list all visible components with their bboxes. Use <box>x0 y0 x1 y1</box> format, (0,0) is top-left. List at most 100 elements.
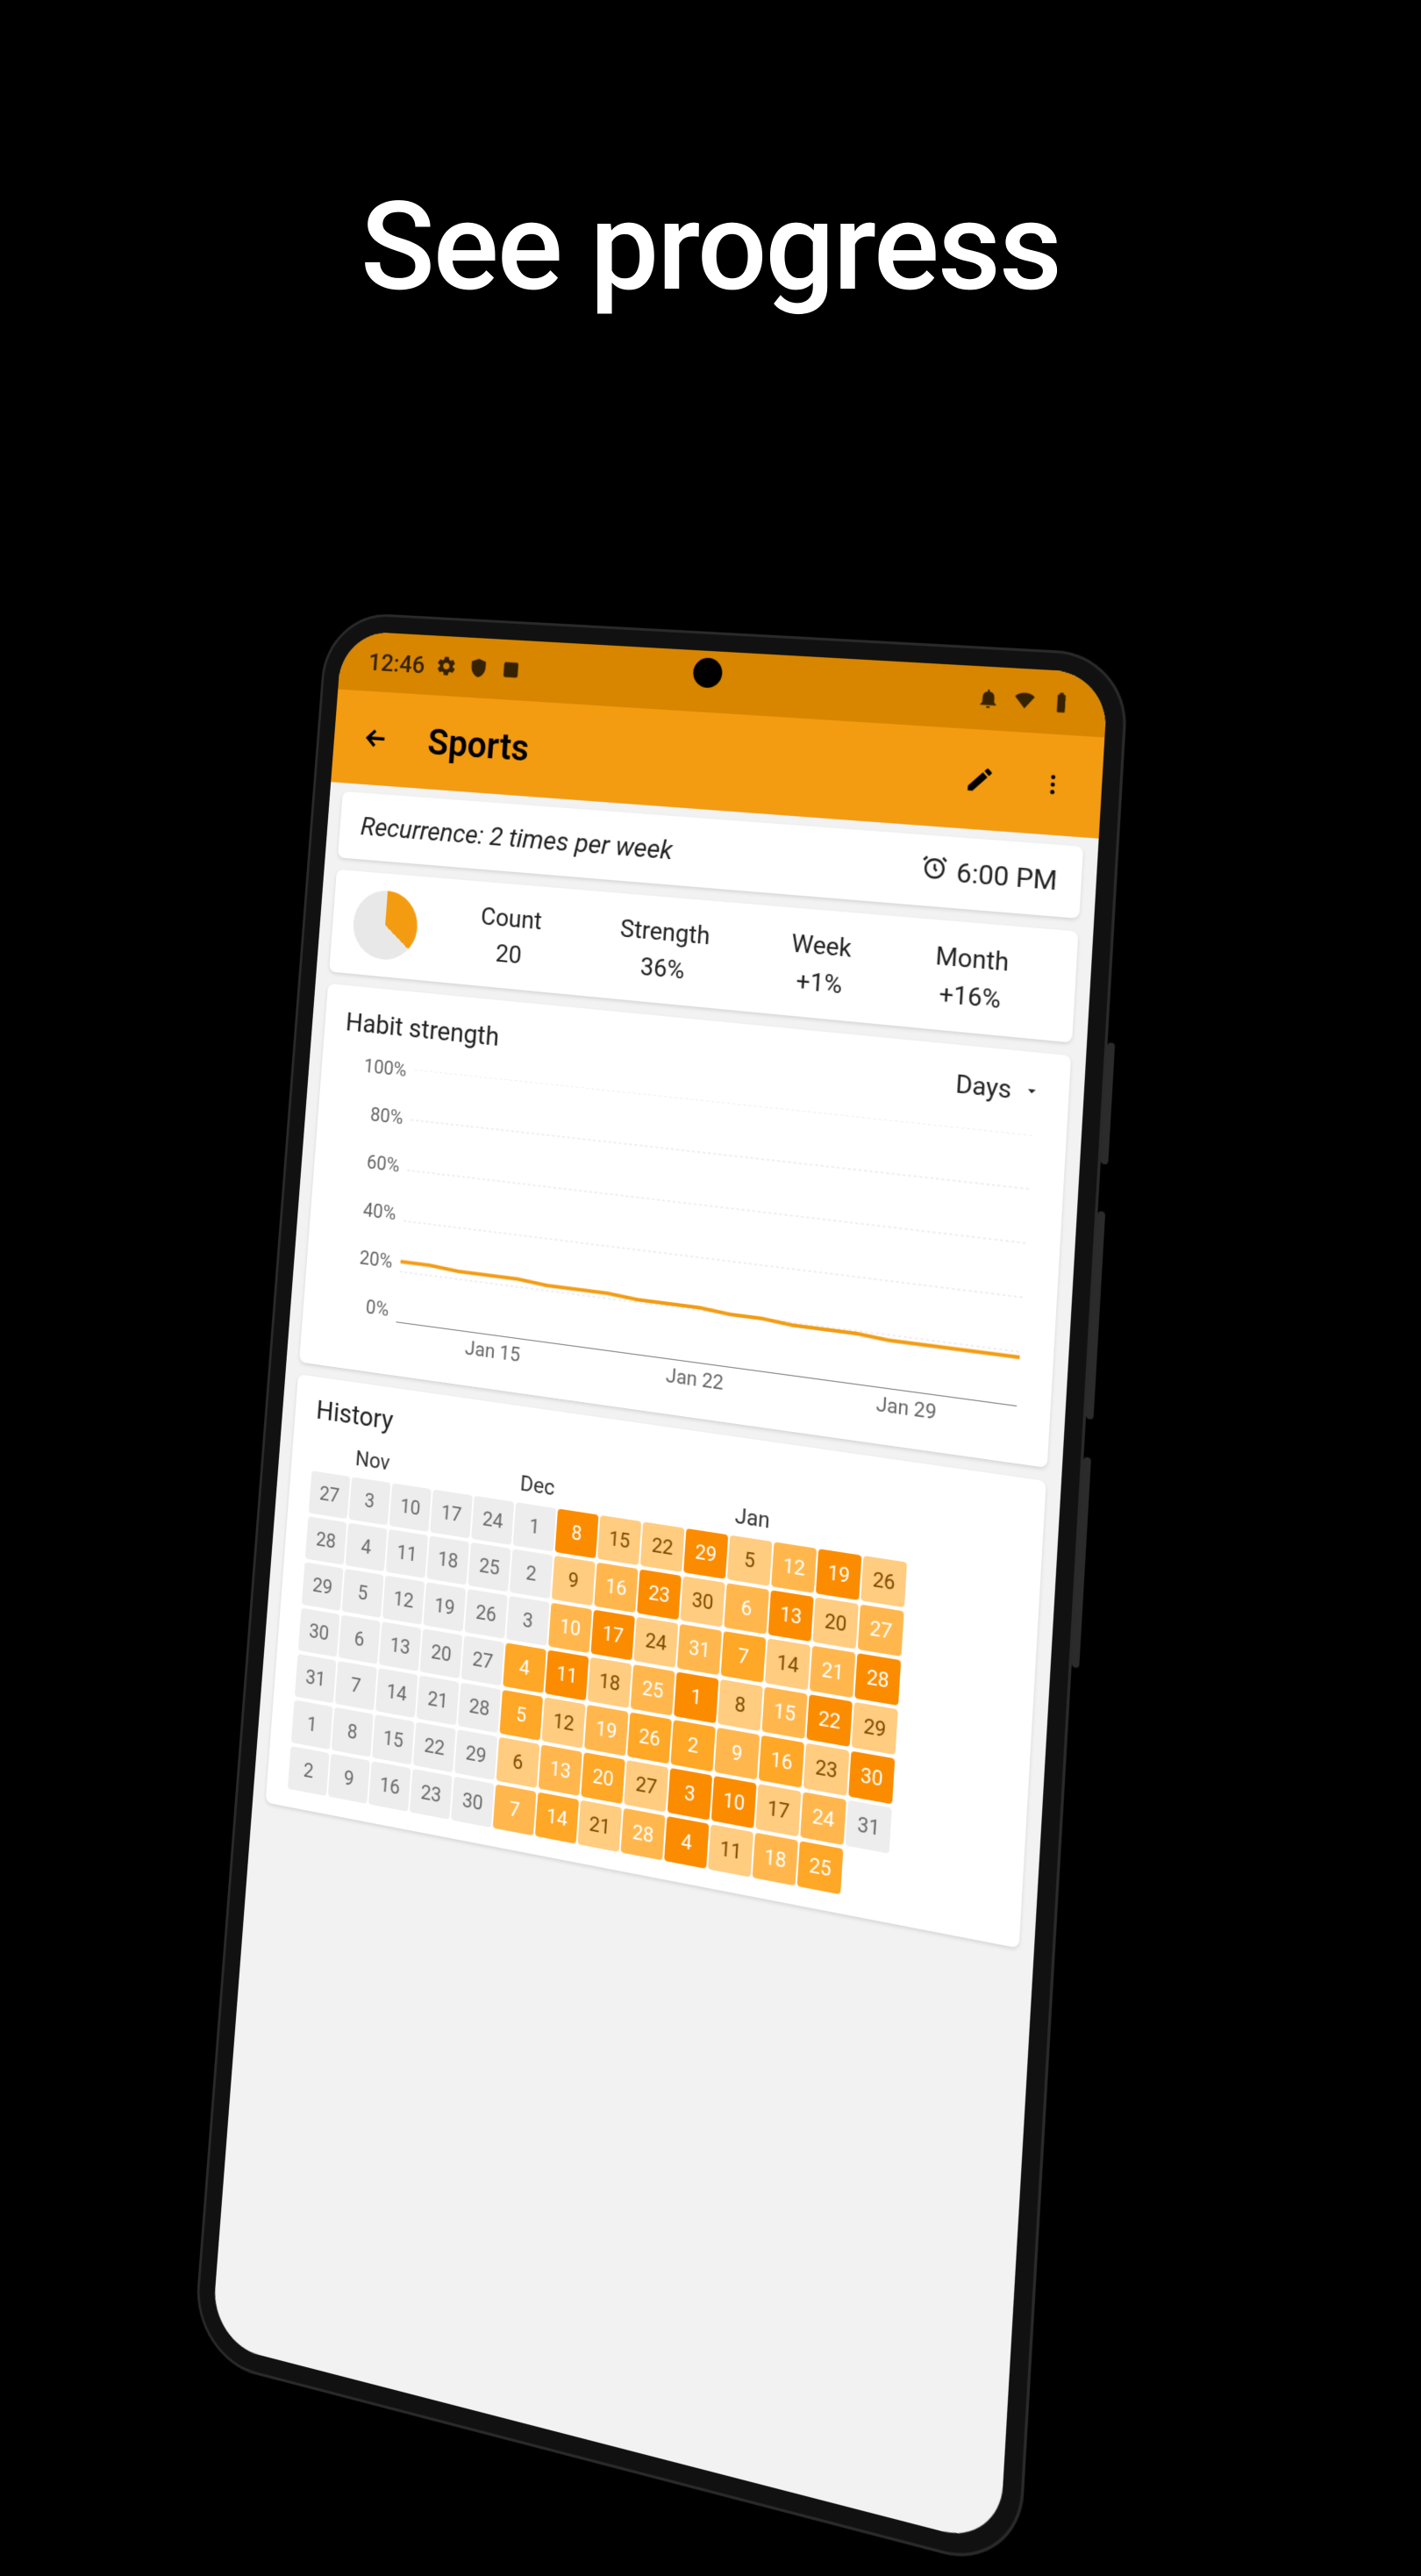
calendar-day-cell[interactable]: 29 <box>683 1528 728 1579</box>
calendar-day-cell[interactable]: 25 <box>797 1841 844 1894</box>
calendar-day-cell[interactable]: 30 <box>848 1751 895 1805</box>
calendar-day-cell[interactable]: 2 <box>670 1720 715 1771</box>
calendar-day-cell[interactable]: 22 <box>640 1521 685 1571</box>
calendar-day-cell[interactable]: 23 <box>803 1743 850 1796</box>
calendar-day-cell[interactable]: 21 <box>417 1675 460 1725</box>
calendar-day-cell[interactable]: 22 <box>806 1694 853 1747</box>
calendar-day-cell[interactable]: 13 <box>379 1621 421 1671</box>
calendar-day-cell[interactable]: 25 <box>631 1664 675 1716</box>
calendar-day-cell[interactable]: 29 <box>852 1702 898 1755</box>
calendar-day-cell[interactable]: 28 <box>458 1683 501 1734</box>
calendar-day-cell[interactable]: 14 <box>765 1638 810 1690</box>
calendar-day-cell[interactable]: 24 <box>800 1792 846 1845</box>
calendar-day-cell[interactable]: 18 <box>588 1657 632 1708</box>
calendar-day-cell[interactable]: 28 <box>854 1653 901 1706</box>
calendar-day-cell[interactable]: 12 <box>541 1697 585 1748</box>
calendar-day-cell[interactable]: 23 <box>410 1769 453 1820</box>
edit-button[interactable] <box>956 755 1004 804</box>
calendar-day-cell[interactable]: 2 <box>288 1746 330 1796</box>
calendar-day-cell[interactable]: 19 <box>584 1705 628 1757</box>
calendar-day-cell[interactable]: 24 <box>471 1496 514 1545</box>
chart-range-dropdown[interactable]: Days <box>951 1063 1046 1113</box>
calendar-day-cell[interactable]: 21 <box>577 1800 622 1852</box>
calendar-day-cell[interactable]: 28 <box>621 1808 666 1861</box>
calendar-day-cell[interactable]: 30 <box>298 1608 340 1657</box>
more-button[interactable] <box>1029 760 1077 809</box>
calendar-day-cell[interactable]: 15 <box>597 1515 641 1565</box>
calendar-day-cell[interactable]: 12 <box>382 1576 425 1625</box>
calendar-day-cell[interactable]: 13 <box>539 1744 582 1796</box>
calendar-day-cell[interactable]: 27 <box>309 1470 350 1519</box>
calendar-day-cell[interactable]: 4 <box>346 1523 388 1572</box>
calendar-day-cell[interactable]: 4 <box>664 1816 709 1869</box>
calendar-day-cell[interactable]: 19 <box>423 1582 466 1632</box>
calendar-day-cell[interactable]: 3 <box>348 1477 390 1525</box>
calendar-day-cell[interactable]: 20 <box>420 1628 463 1678</box>
calendar-day-cell[interactable]: 25 <box>468 1542 511 1592</box>
calendar-day-cell[interactable]: 6 <box>724 1583 769 1634</box>
calendar-day-cell[interactable]: 4 <box>503 1642 546 1693</box>
calendar-day-cell[interactable]: 17 <box>591 1610 635 1661</box>
calendar-day-cell[interactable]: 9 <box>552 1556 596 1606</box>
calendar-day-cell[interactable]: 1 <box>513 1502 556 1551</box>
calendar-day-cell[interactable]: 3 <box>506 1596 550 1646</box>
calendar-day-cell[interactable]: 30 <box>680 1576 725 1627</box>
calendar-day-cell[interactable]: 9 <box>714 1728 760 1780</box>
calendar-day-cell[interactable]: 10 <box>711 1776 757 1828</box>
calendar-day-cell[interactable]: 8 <box>555 1508 599 1558</box>
calendar-day-cell[interactable]: 26 <box>627 1712 672 1764</box>
calendar-day-cell[interactable]: 29 <box>454 1729 497 1780</box>
calendar-day-cell[interactable]: 24 <box>633 1617 678 1668</box>
calendar-day-cell[interactable]: 18 <box>753 1833 798 1886</box>
calendar-day-cell[interactable]: 26 <box>860 1556 907 1607</box>
calendar-day-cell[interactable]: 27 <box>461 1635 504 1685</box>
calendar-day-cell[interactable]: 16 <box>368 1761 411 1812</box>
calendar-day-cell[interactable]: 16 <box>759 1735 804 1788</box>
calendar-day-cell[interactable]: 7 <box>335 1661 377 1711</box>
calendar-day-cell[interactable]: 29 <box>302 1562 344 1611</box>
calendar-day-cell[interactable]: 8 <box>718 1679 763 1731</box>
calendar-day-cell[interactable]: 11 <box>545 1649 589 1700</box>
calendar-day-cell[interactable]: 22 <box>413 1722 456 1773</box>
calendar-day-cell[interactable]: 7 <box>493 1785 537 1836</box>
calendar-day-cell[interactable]: 1 <box>291 1699 333 1750</box>
calendar-day-cell[interactable]: 8 <box>332 1707 374 1757</box>
calendar-day-cell[interactable]: 7 <box>721 1631 767 1683</box>
calendar-day-cell[interactable]: 15 <box>372 1714 414 1764</box>
calendar-day-cell[interactable]: 1 <box>674 1671 718 1723</box>
calendar-day-cell[interactable]: 5 <box>499 1690 543 1741</box>
calendar-day-cell[interactable]: 16 <box>594 1563 638 1613</box>
calendar-day-cell[interactable]: 6 <box>339 1614 381 1664</box>
calendar-day-cell[interactable]: 18 <box>426 1535 469 1585</box>
calendar-day-cell[interactable]: 17 <box>430 1490 473 1539</box>
calendar-day-cell[interactable]: 11 <box>708 1824 753 1877</box>
calendar-day-cell[interactable]: 15 <box>761 1686 807 1739</box>
calendar-day-cell[interactable]: 20 <box>812 1597 858 1649</box>
calendar-day-cell[interactable]: 27 <box>858 1605 904 1657</box>
calendar-day-cell[interactable]: 26 <box>465 1589 508 1639</box>
calendar-day-cell[interactable]: 31 <box>677 1624 722 1676</box>
calendar-day-cell[interactable]: 31 <box>295 1654 337 1703</box>
calendar-day-cell[interactable]: 9 <box>328 1754 370 1804</box>
calendar-day-cell[interactable]: 5 <box>727 1535 773 1586</box>
calendar-day-cell[interactable]: 20 <box>581 1752 625 1804</box>
back-button[interactable] <box>354 716 397 761</box>
calendar-day-cell[interactable]: 11 <box>386 1529 428 1578</box>
calendar-day-cell[interactable]: 28 <box>305 1516 347 1564</box>
calendar-day-cell[interactable]: 5 <box>342 1569 384 1618</box>
calendar-day-cell[interactable]: 13 <box>768 1590 814 1642</box>
calendar-day-cell[interactable]: 6 <box>496 1737 540 1788</box>
calendar-day-cell[interactable]: 10 <box>548 1603 592 1654</box>
calendar-day-cell[interactable]: 3 <box>668 1768 712 1821</box>
calendar-day-cell[interactable]: 14 <box>375 1668 418 1718</box>
calendar-day-cell[interactable]: 31 <box>846 1800 892 1854</box>
calendar-day-cell[interactable]: 10 <box>389 1483 432 1532</box>
calendar-day-cell[interactable]: 2 <box>510 1549 553 1599</box>
calendar-day-cell[interactable]: 12 <box>771 1542 817 1592</box>
calendar-day-cell[interactable]: 17 <box>755 1784 801 1836</box>
calendar-day-cell[interactable]: 19 <box>816 1549 861 1600</box>
calendar-day-cell[interactable]: 14 <box>535 1792 579 1844</box>
calendar-day-cell[interactable]: 21 <box>810 1646 856 1699</box>
calendar-day-cell[interactable]: 27 <box>624 1760 668 1812</box>
calendar-day-cell[interactable]: 23 <box>637 1569 682 1620</box>
